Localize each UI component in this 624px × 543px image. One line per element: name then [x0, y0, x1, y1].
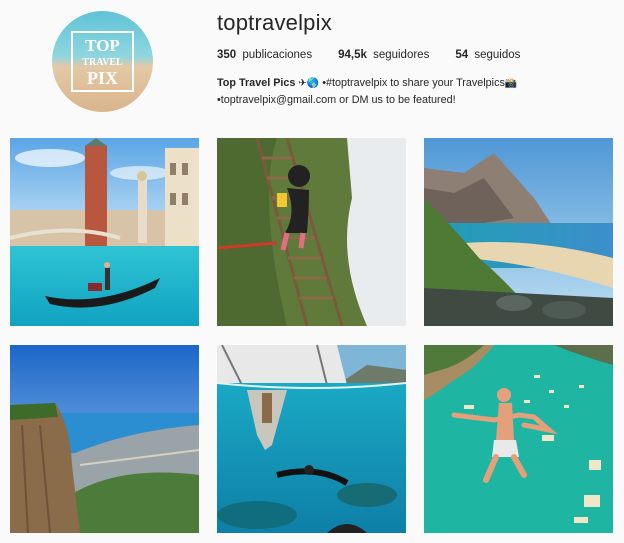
bio-line-2: •toptravelpix@gmail.com or DM us to be f… [217, 94, 456, 106]
bio-full-name: Top Travel Pics [217, 77, 296, 89]
stat-posts-label: publicaciones [242, 49, 313, 61]
cliff-ladder-photo-icon [217, 138, 406, 326]
post-tile-5[interactable] [217, 345, 406, 533]
post-tile-2[interactable] [217, 138, 406, 326]
profile-avatar[interactable]: TOP TRAVEL PIX [52, 11, 153, 112]
post-tile-4[interactable] [10, 345, 199, 533]
profile-username: toptravelpix [217, 10, 332, 35]
stat-following-value: 54 [455, 49, 469, 61]
bio-line-1: Top Travel Pics ✈🌎 •#toptravelpix to sha… [217, 75, 617, 92]
stat-posts[interactable]: 350 publicaciones [217, 49, 312, 61]
svg-text:PIX: PIX [87, 68, 118, 88]
rio-coastline-photo-icon [10, 345, 199, 533]
post-tile-6[interactable] [424, 345, 613, 533]
boat-underwater-snorkel-photo-icon [217, 345, 406, 533]
venice-gondola-photo-icon [10, 138, 199, 326]
stat-followers[interactable]: 94,5k seguidores [338, 49, 429, 61]
profile-bio: Top Travel Pics ✈🌎 •#toptravelpix to sha… [217, 75, 617, 109]
post-tile-3[interactable] [424, 138, 613, 326]
stat-following-label: seguidos [474, 49, 521, 61]
cliff-jump-lagoon-photo-icon [424, 345, 613, 533]
svg-text:TOP: TOP [85, 36, 120, 55]
stat-posts-value: 350 [217, 49, 237, 61]
plane-globe-emoji-icon: ✈🌎 [298, 78, 320, 89]
coastal-cliffs-beach-photo-icon [424, 138, 613, 326]
stat-followers-value: 94,5k [338, 49, 367, 61]
svg-text:TRAVEL: TRAVEL [82, 57, 123, 68]
camera-emoji-icon: 📸 [504, 78, 518, 89]
bio-hashtag-text[interactable]: •#toptravelpix to share your Travelpics [322, 77, 505, 89]
stat-followers-label: seguidores [373, 49, 430, 61]
profile-stats: 350 publicaciones 94,5k seguidores 54 se… [217, 49, 546, 61]
stat-following[interactable]: 54 seguidos [455, 49, 520, 61]
post-tile-1[interactable] [10, 138, 199, 326]
avatar-logo-icon: TOP TRAVEL PIX [52, 11, 153, 112]
